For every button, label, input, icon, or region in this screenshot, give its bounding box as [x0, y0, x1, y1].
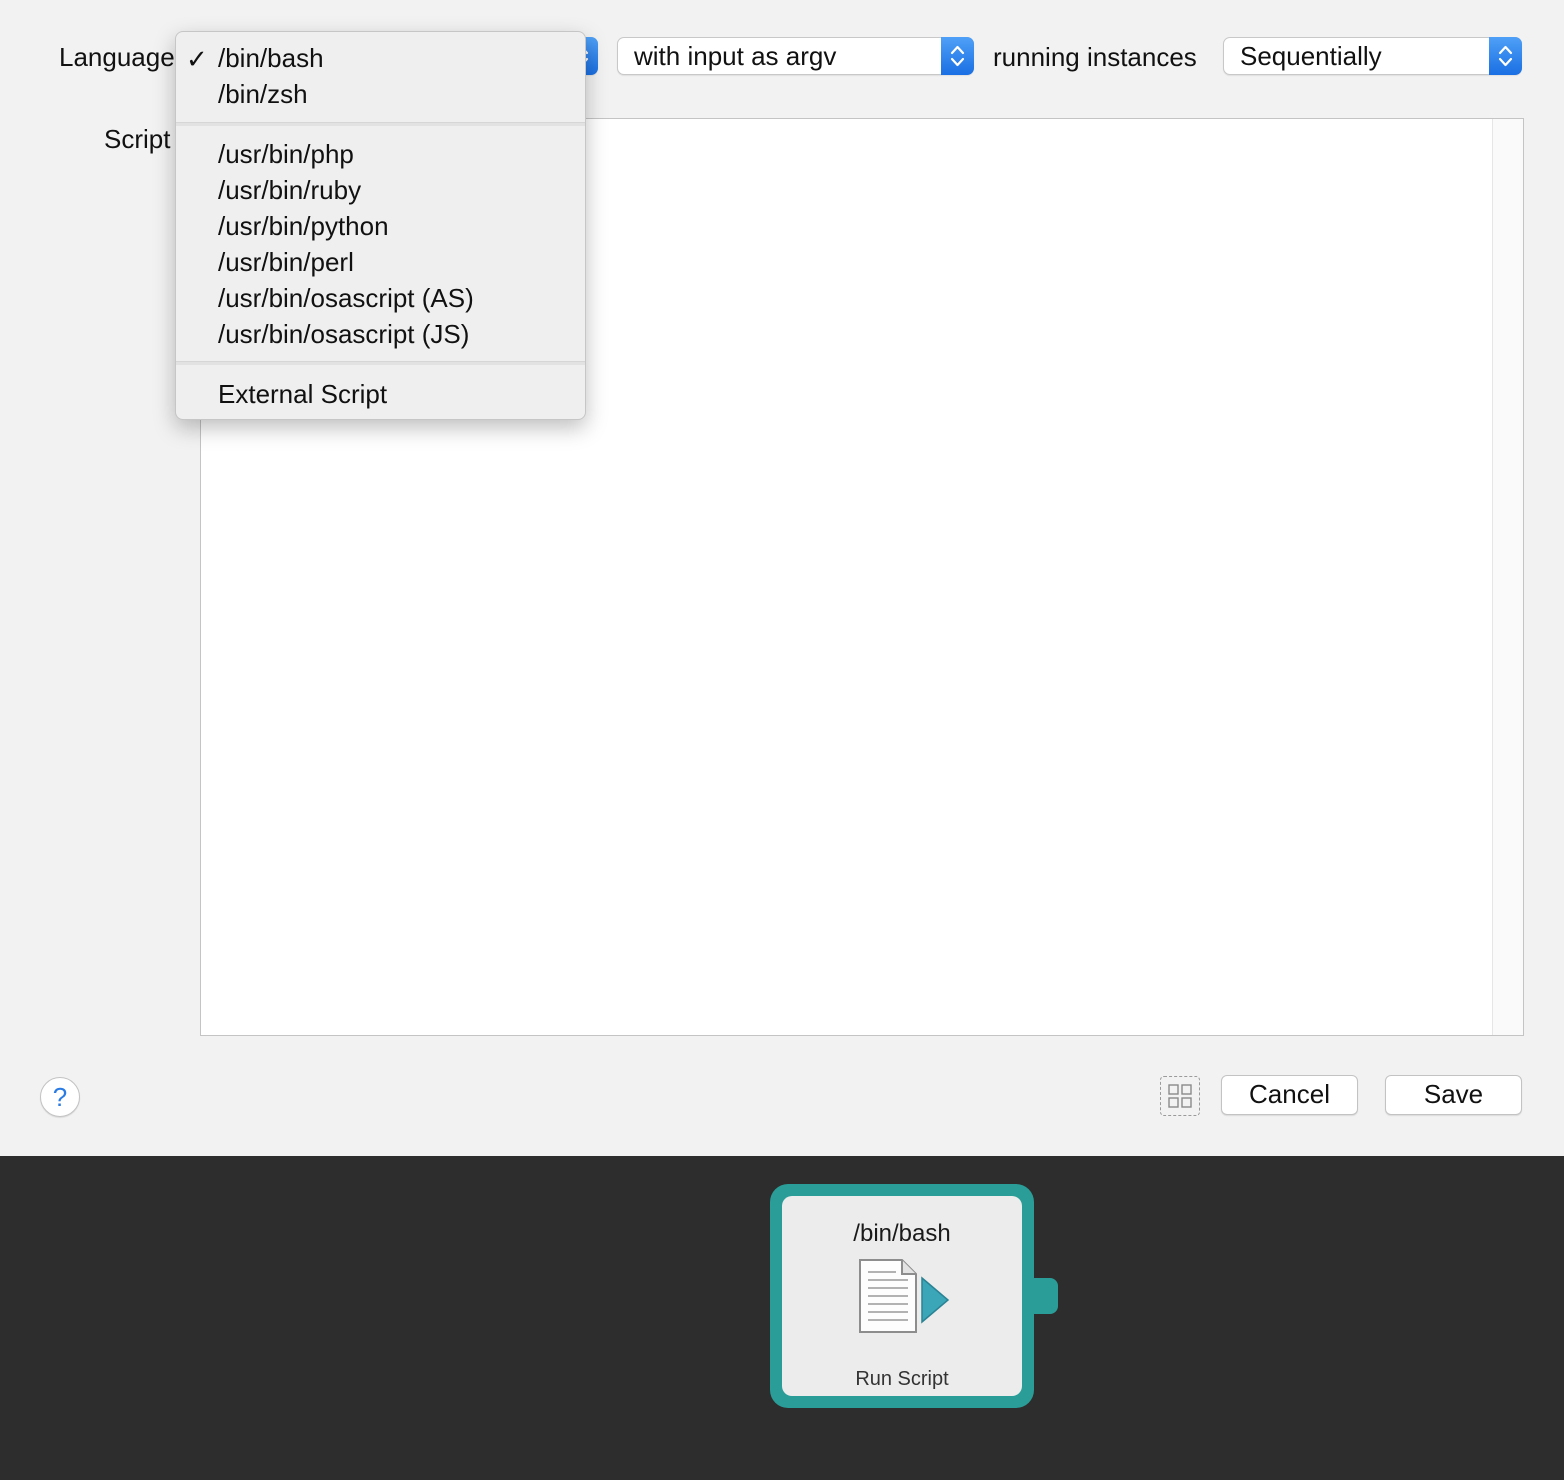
cancel-button[interactable]: Cancel [1221, 1075, 1358, 1115]
grid-layout-button[interactable] [1160, 1076, 1200, 1116]
menu-item-external-script[interactable]: External Script [218, 379, 387, 410]
menu-item-bin-bash[interactable]: /bin/bash [218, 43, 324, 74]
menu-item-python[interactable]: /usr/bin/python [218, 211, 389, 242]
grid-icon [1168, 1084, 1192, 1108]
menu-item-perl[interactable]: /usr/bin/perl [218, 247, 354, 278]
language-dropdown-menu: ✓ /bin/bash /bin/zsh /usr/bin/php /usr/b… [175, 31, 586, 420]
node-output-port[interactable] [1030, 1278, 1058, 1314]
menu-separator [176, 361, 585, 365]
save-button[interactable]: Save [1385, 1075, 1522, 1115]
node-title: /bin/bash [853, 1220, 951, 1247]
input-mode-stepper-icon [941, 37, 974, 75]
running-instances-popup[interactable]: Sequentially [1223, 37, 1522, 75]
script-label: Script [104, 124, 171, 154]
input-mode-popup[interactable]: with input as argv [617, 37, 974, 75]
script-editor-scrollbar[interactable] [1492, 119, 1523, 1035]
menu-item-php[interactable]: /usr/bin/php [218, 139, 354, 170]
checkmark-icon: ✓ [186, 44, 208, 74]
run-script-node-body: /bin/bash Run Script [782, 1196, 1022, 1396]
node-label: Run Script [855, 1368, 949, 1390]
menu-item-bin-zsh[interactable]: /bin/zsh [218, 79, 308, 110]
run-script-node[interactable]: /bin/bash Run Script [770, 1184, 1034, 1408]
running-instances-label: running instances [993, 42, 1197, 72]
input-mode-value: with input as argv [634, 41, 837, 71]
help-button[interactable]: ? [40, 1077, 80, 1117]
menu-item-osascript-js[interactable]: /usr/bin/osascript (JS) [218, 319, 469, 350]
menu-item-osascript-as[interactable]: /usr/bin/osascript (AS) [218, 283, 474, 314]
language-label: Language [59, 42, 175, 72]
menu-item-ruby[interactable]: /usr/bin/ruby [218, 175, 361, 206]
script-document-icon [859, 1259, 950, 1333]
running-instances-value: Sequentially [1240, 41, 1382, 71]
running-instances-stepper-icon [1489, 37, 1522, 75]
menu-separator [176, 122, 585, 126]
run-script-configuration-panel: Language with input as argv running inst… [0, 0, 1564, 1156]
